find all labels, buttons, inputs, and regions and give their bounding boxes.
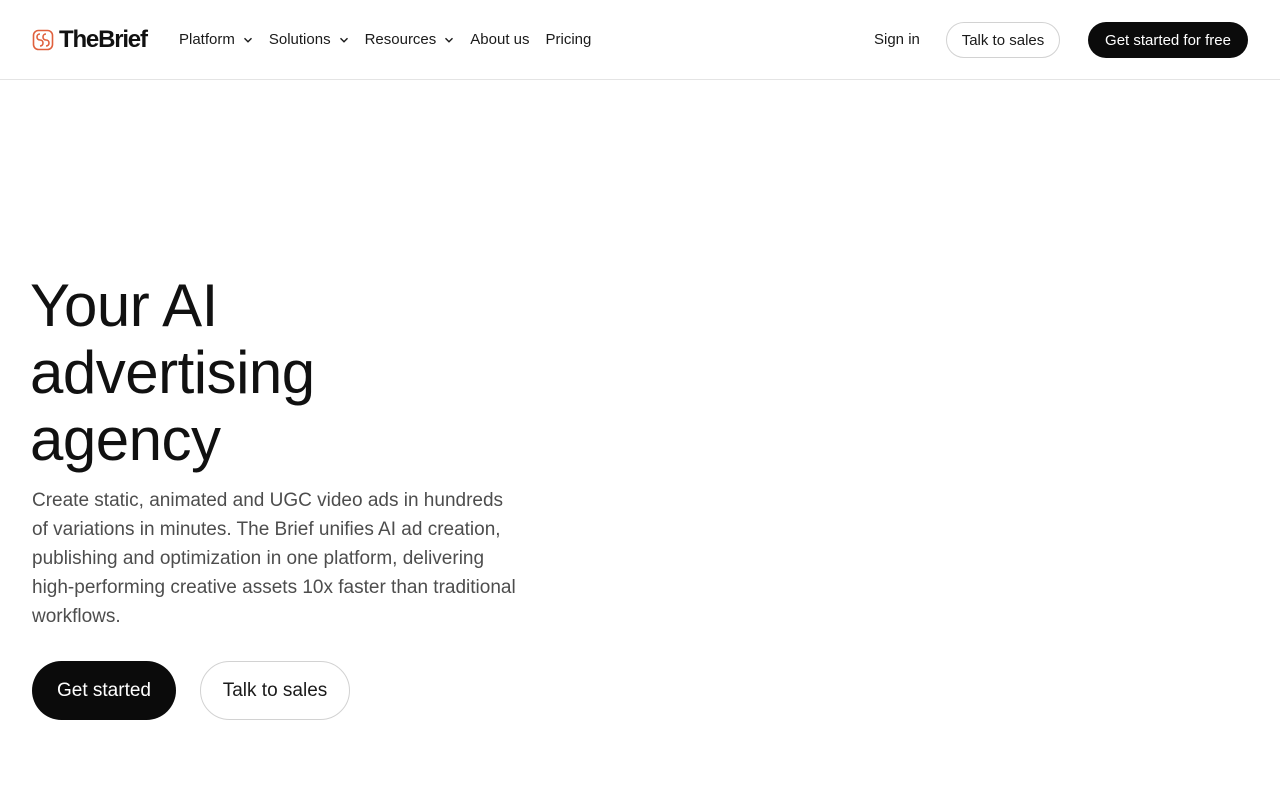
nav-item-resources[interactable]: Resources	[365, 29, 455, 51]
get-started-button[interactable]: Get started	[32, 661, 176, 720]
hero-talk-to-sales-button[interactable]: Talk to sales	[200, 661, 350, 720]
brand-name: TheBrief	[59, 26, 148, 53]
nav-item-label: Resources	[364, 31, 437, 48]
hero-title-line: Your AI	[30, 272, 218, 339]
chevron-down-icon	[445, 37, 454, 43]
brand-logo[interactable]: TheBrief	[32, 26, 148, 53]
brand-logo-icon	[32, 29, 54, 51]
top-navigation: TheBrief Platform Solutions Resources Ab…	[0, 0, 1280, 80]
nav-item-label: Platform	[179, 31, 235, 48]
nav-item-label: About us	[470, 31, 530, 48]
main-menu: Platform Solutions Resources About us Pr…	[179, 29, 607, 51]
hero-title-line: advertising	[30, 339, 315, 406]
nav-item-about-us[interactable]: About us	[470, 29, 529, 51]
hero-subtitle: Create static, animated and UGC video ad…	[32, 490, 516, 627]
nav-item-platform[interactable]: Platform	[179, 29, 253, 51]
nav-item-label: Solutions	[268, 31, 331, 48]
chevron-down-icon	[339, 37, 348, 43]
get-started-for-free-button[interactable]: Get started for free	[1088, 22, 1248, 58]
nav-item-pricing[interactable]: Pricing	[546, 29, 592, 51]
nav-item-solutions[interactable]: Solutions	[269, 29, 349, 51]
hero-title-line: agency	[30, 406, 221, 473]
nav-item-label: Pricing	[545, 31, 592, 48]
talk-to-sales-button[interactable]: Talk to sales	[946, 22, 1060, 58]
hero-title: Your AI advertising agency	[30, 272, 550, 473]
chevron-down-icon	[243, 37, 252, 43]
sign-in-link[interactable]: Sign in	[874, 29, 920, 51]
